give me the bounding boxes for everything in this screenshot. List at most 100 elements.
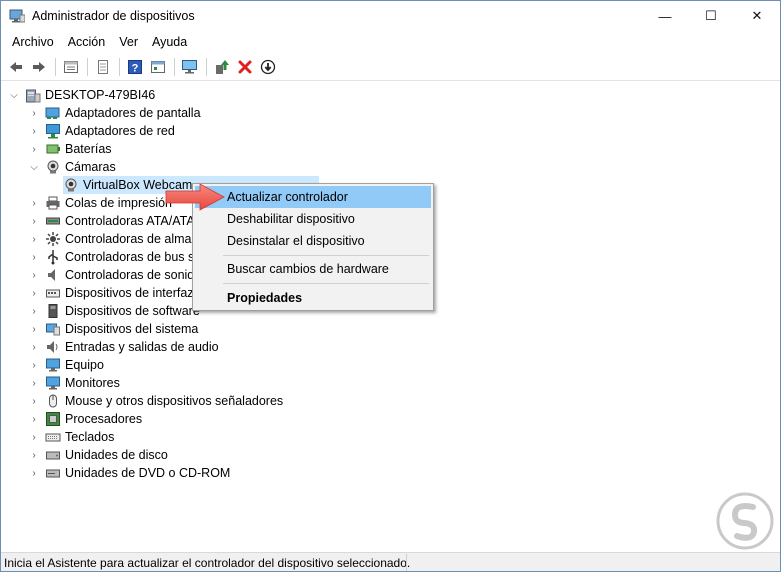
chevron-right-icon[interactable]: › [29,216,39,227]
tree-item-adaptadores-red[interactable]: › Adaptadores de red [29,122,175,140]
tree-item-dispositivos-sistema[interactable]: › Dispositivos del sistema [29,320,198,338]
close-button[interactable]: ✕ [734,1,780,31]
window-title: Administrador de dispositivos [32,9,195,23]
tree-item-adaptadores-pantalla[interactable]: › Adaptadores de pantalla [29,104,201,122]
chevron-right-icon[interactable]: › [29,468,39,479]
chevron-right-icon[interactable]: › [29,414,39,425]
tree-item-label: Dispositivos de interfaz c [65,286,204,300]
device-manager-window: Administrador de dispositivos — ☐ ✕ Arch… [0,0,781,572]
forward-button[interactable] [28,56,50,78]
chevron-right-icon[interactable]: › [29,198,39,209]
chevron-right-icon[interactable]: › [29,288,39,299]
chevron-down-icon[interactable]: ⌵ [9,90,19,101]
ctx-desinstalar-dispositivo[interactable]: Desinstalar el dispositivo [195,230,431,252]
help-icon: ? [128,60,142,75]
chevron-right-icon[interactable]: › [29,432,39,443]
software-device-icon [45,303,61,319]
tree-item-unidades-dvd[interactable]: › Unidades de DVD o CD-ROM [29,464,230,482]
show-hide-tree-button[interactable] [60,56,82,78]
menu-accion[interactable]: Acción [61,32,113,53]
update-driver-button[interactable] [211,56,233,78]
tree-item-teclados[interactable]: › Teclados [29,428,114,446]
scan-hardware-button[interactable] [179,56,201,78]
ctx-item-label: Propiedades [227,291,303,305]
menu-archivo[interactable]: Archivo [5,32,61,53]
maximize-button[interactable]: ☐ [688,1,734,31]
device-manager-app-icon [9,9,26,23]
tree-item-equipo[interactable]: › Equipo [29,356,104,374]
svg-text:?: ? [132,63,139,75]
tree-item-label: Baterías [65,142,112,156]
action-button[interactable] [147,56,169,78]
help-button[interactable]: ? [124,56,146,78]
camera-icon [45,159,61,175]
status-separator [406,554,407,571]
tree-item-label: Controladoras de bus se [65,250,202,264]
tree-item-label: Procesadores [65,412,143,426]
maximize-icon: ☐ [705,8,717,23]
chevron-right-icon[interactable]: › [29,252,39,263]
back-button[interactable] [5,56,27,78]
tree-item-monitores[interactable]: › Monitores [29,374,120,392]
tree-item-controladoras-sonido[interactable]: › Controladoras de sonido [29,266,201,284]
tree-item-controladoras-bus[interactable]: › Controladoras de bus se [29,248,201,266]
context-menu: Actualizar controlador Deshabilitar disp… [192,183,434,311]
webcam-icon [63,177,79,193]
tree-item-entradas-salidas-audio[interactable]: › Entradas y salidas de audio [29,338,218,356]
minimize-button[interactable]: — [642,1,688,31]
chevron-right-icon[interactable]: › [29,396,39,407]
hid-icon [45,285,61,301]
tree-item-label: Equipo [65,358,104,372]
chevron-right-icon[interactable]: › [29,342,39,353]
close-icon: ✕ [751,8,763,23]
ctx-buscar-cambios-hardware[interactable]: Buscar cambios de hardware [195,258,431,280]
tree-item-colas-impresion[interactable]: › Colas de impresión [29,194,172,212]
tree-item-unidades-disco[interactable]: › Unidades de disco [29,446,168,464]
ctx-deshabilitar-dispositivo[interactable]: Deshabilitar dispositivo [195,208,431,230]
tree-item-baterias[interactable]: › Baterías [29,140,112,158]
toolbar-separator [55,58,56,76]
toolbar-separator [174,58,175,76]
tree-item-mouse[interactable]: › Mouse y otros dispositivos señaladores [29,392,283,410]
ctx-actualizar-controlador[interactable]: Actualizar controlador [195,186,431,208]
back-icon [10,62,22,72]
printer-icon [45,195,61,211]
tree-item-label: Dispositivos del sistema [65,322,199,336]
chevron-right-icon[interactable]: › [29,144,39,155]
dvd-drive-icon [45,465,61,481]
chevron-right-icon[interactable]: › [29,360,39,371]
properties-button[interactable] [92,56,114,78]
menu-ayuda[interactable]: Ayuda [145,32,194,53]
tree-item-label: Monitores [65,376,120,390]
action-icon [151,61,165,73]
menu-ver[interactable]: Ver [112,32,145,53]
storage-controller-icon [45,231,61,247]
chevron-right-icon[interactable]: › [29,126,39,137]
tree-item-controladoras-ata[interactable]: › Controladoras ATA/ATA [29,212,194,230]
enable-device-button[interactable] [257,56,279,78]
chevron-right-icon[interactable]: › [29,450,39,461]
tree-item-dispositivos-interfaz[interactable]: › Dispositivos de interfaz c [29,284,203,302]
mouse-icon [45,393,61,409]
uninstall-button[interactable] [234,56,256,78]
tree-item-procesadores[interactable]: › Procesadores [29,410,142,428]
sound-icon [45,267,61,283]
network-adapter-icon [45,123,61,139]
tree-item-label: Adaptadores de pantalla [65,106,201,120]
chevron-right-icon[interactable]: › [29,306,39,317]
tree-item-camaras[interactable]: ⌵ Cámaras [29,158,116,176]
chevron-right-icon[interactable]: › [29,234,39,245]
tree-item-label: Adaptadores de red [65,124,175,138]
ctx-propiedades[interactable]: Propiedades [195,287,431,309]
tree-root[interactable]: ⌵ DESKTOP-479BI46 [9,86,155,104]
audio-io-icon [45,339,61,355]
chevron-right-icon[interactable]: › [29,378,39,389]
chevron-down-icon[interactable]: ⌵ [29,162,39,173]
keyboard-icon [45,429,61,445]
chevron-right-icon[interactable]: › [29,324,39,335]
tree-item-dispositivos-software[interactable]: › Dispositivos de software [29,302,200,320]
ctx-separator [223,255,429,256]
tree-item-controladoras-almacenamiento[interactable]: › Controladoras de almac [29,230,198,248]
chevron-right-icon[interactable]: › [29,108,39,119]
chevron-right-icon[interactable]: › [29,270,39,281]
